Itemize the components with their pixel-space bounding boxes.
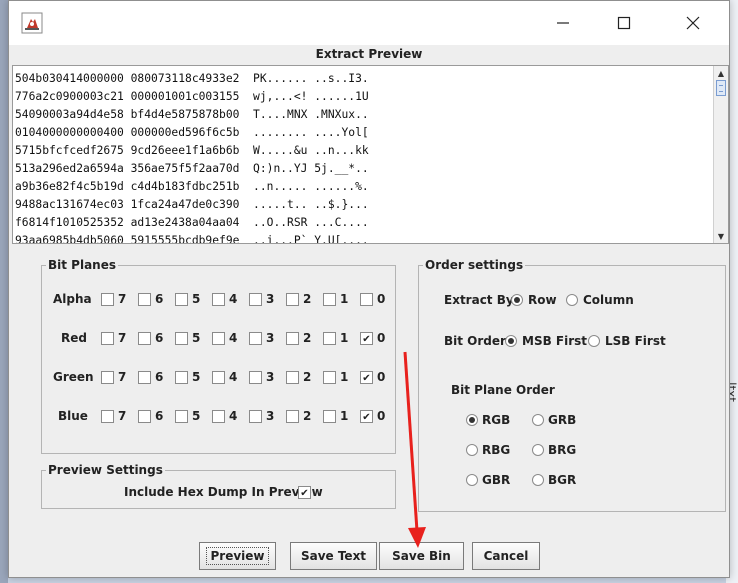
annotation-arrow-shaft (403, 351, 419, 532)
annotation-arrow (403, 351, 426, 548)
annotation-arrow-head (408, 527, 426, 548)
